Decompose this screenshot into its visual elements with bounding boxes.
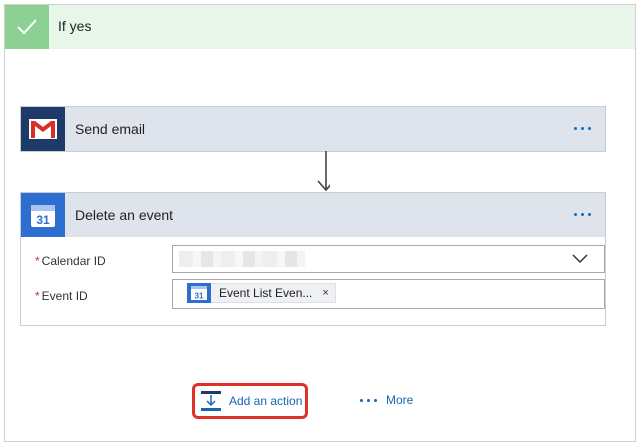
ellipsis-icon xyxy=(360,398,377,402)
calendar-icon-number: 31 xyxy=(36,213,50,227)
event-id-label: * Event ID xyxy=(35,289,88,303)
gmail-icon xyxy=(21,107,65,151)
add-action-icon xyxy=(201,391,221,411)
branch-title: If yes xyxy=(58,18,92,34)
checkmark-icon xyxy=(5,5,49,49)
remove-token-icon[interactable]: × xyxy=(322,287,328,299)
delete-event-card-header[interactable]: 31 Delete an event xyxy=(21,193,605,237)
calendar-id-value-redacted xyxy=(179,251,305,267)
delete-event-more-options-icon[interactable] xyxy=(569,202,595,226)
google-calendar-icon: 31 xyxy=(21,193,65,237)
event-list-token[interactable]: 31 Event List Even... × xyxy=(187,283,336,303)
more-button[interactable]: More xyxy=(360,393,413,407)
send-email-action-card[interactable]: Send email xyxy=(20,106,606,152)
add-an-action-label: Add an action xyxy=(229,394,303,408)
send-email-more-options-icon[interactable] xyxy=(569,116,595,140)
more-label: More xyxy=(386,393,414,407)
token-icon-number: 31 xyxy=(195,292,204,301)
event-id-input[interactable]: 31 Event List Even... × xyxy=(172,279,605,309)
add-an-action-button[interactable]: Add an action xyxy=(192,383,308,419)
arrow-down-icon xyxy=(317,151,330,192)
chevron-down-icon[interactable] xyxy=(572,254,588,264)
send-email-card-header[interactable]: Send email xyxy=(21,107,605,151)
send-email-title: Send email xyxy=(75,121,146,137)
google-calendar-icon: 31 xyxy=(187,283,211,303)
delete-event-title: Delete an event xyxy=(75,207,174,223)
delete-event-action-card: 31 Delete an event * Calendar ID * Event I… xyxy=(20,192,606,326)
token-label: Event List Even... xyxy=(219,286,313,300)
calendar-id-dropdown[interactable] xyxy=(172,245,605,273)
calendar-id-label: * Calendar ID xyxy=(35,254,106,268)
branch-header[interactable]: If yes xyxy=(5,5,635,49)
